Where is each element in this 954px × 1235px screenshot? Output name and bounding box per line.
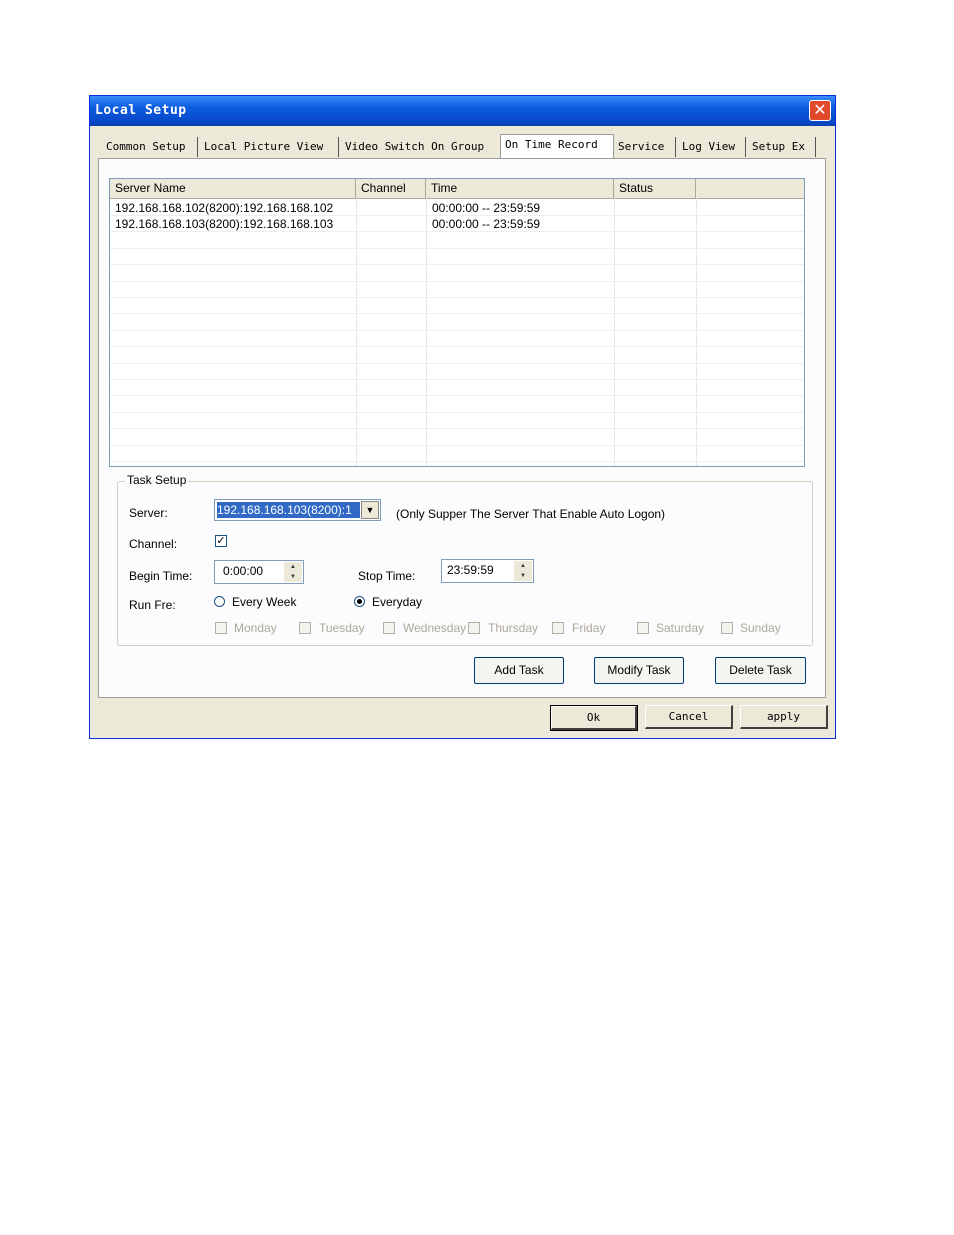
row-divider xyxy=(110,346,804,347)
friday-checkbox[interactable] xyxy=(552,622,564,634)
row-divider xyxy=(110,215,804,216)
column-header-server-name[interactable]: Server Name xyxy=(110,179,356,198)
row-divider xyxy=(110,281,804,282)
row-divider xyxy=(110,461,804,462)
row-divider xyxy=(110,330,804,331)
apply-button[interactable]: apply xyxy=(740,705,828,729)
ok-button[interactable]: Ok xyxy=(550,705,638,731)
row-server-name: 192.168.168.103(8200):192.168.168.103 xyxy=(115,217,334,231)
tab-setup-ex[interactable]: Setup Ex xyxy=(748,137,816,157)
row-divider xyxy=(110,231,804,232)
sunday-checkbox[interactable] xyxy=(721,622,733,634)
server-select[interactable]: 192.168.168.103(8200):1 ▼ xyxy=(214,499,381,521)
saturday-checkbox[interactable] xyxy=(637,622,649,634)
everyday-label[interactable]: Everyday xyxy=(372,595,422,609)
tab-common-setup[interactable]: Common Setup xyxy=(102,137,198,157)
window-title: Local Setup xyxy=(95,103,187,118)
begin-time-label: Begin Time: xyxy=(129,569,193,583)
tuesday-label: Tuesday xyxy=(319,621,365,635)
row-divider xyxy=(110,264,804,265)
monday-checkbox[interactable] xyxy=(215,622,227,634)
server-label: Server: xyxy=(129,506,168,520)
column-header-channel[interactable]: Channel xyxy=(356,179,426,198)
begin-time-value: 0:00:00 xyxy=(223,564,264,578)
column-header-status[interactable]: Status xyxy=(614,179,696,198)
sunday-label: Sunday xyxy=(740,621,781,635)
channel-checkbox[interactable]: ✓ xyxy=(215,535,227,547)
tab-local-picture-view[interactable]: Local Picture View xyxy=(200,137,339,157)
cancel-button[interactable]: Cancel xyxy=(645,705,733,729)
run-frequency-label: Run Fre: xyxy=(129,598,176,612)
spin-up-icon[interactable]: ▲ xyxy=(284,562,302,572)
column-divider xyxy=(426,198,427,466)
stop-time-value: 23:59:59 xyxy=(447,563,494,577)
close-icon[interactable]: ✕ xyxy=(809,100,831,121)
wednesday-checkbox[interactable] xyxy=(383,622,395,634)
monday-label: Monday xyxy=(234,621,277,635)
wednesday-label: Wednesday xyxy=(403,621,467,635)
tab-log-view[interactable]: Log View xyxy=(678,137,746,157)
title-bar[interactable]: Local Setup ✕ xyxy=(90,96,835,126)
spin-down-icon[interactable]: ▼ xyxy=(284,572,302,582)
tab-on-time-record[interactable]: On Time Record xyxy=(500,134,614,158)
row-divider xyxy=(110,395,804,396)
stop-time-spinner[interactable]: 23:59:59 ▲ ▼ xyxy=(441,559,534,583)
row-time: 00:00:00 -- 23:59:59 xyxy=(432,201,541,215)
delete-task-button[interactable]: Delete Task xyxy=(715,657,806,684)
thursday-label: Thursday xyxy=(488,621,539,635)
row-divider xyxy=(110,445,804,446)
column-divider xyxy=(696,198,697,466)
row-divider xyxy=(110,428,804,429)
task-setup-legend: Task Setup xyxy=(125,473,189,487)
spin-down-icon[interactable]: ▼ xyxy=(514,571,532,581)
task-list[interactable]: Server Name Channel Time Status 192.168.… xyxy=(109,178,805,467)
row-divider xyxy=(110,297,804,298)
modify-task-button[interactable]: Modify Task xyxy=(594,657,684,684)
tab-service[interactable]: Service xyxy=(614,137,676,157)
server-selected-value: 192.168.168.103(8200):1 xyxy=(217,502,360,518)
spin-up-icon[interactable]: ▲ xyxy=(514,561,532,571)
server-hint: (Only Supper The Server That Enable Auto… xyxy=(396,507,666,521)
begin-time-spinner[interactable]: 0:00:00 ▲ ▼ xyxy=(214,560,304,584)
local-setup-dialog: Local Setup ✕ Common Setup Local Picture… xyxy=(89,95,836,739)
row-divider xyxy=(110,313,804,314)
every-week-radio[interactable] xyxy=(214,596,225,607)
column-header-time[interactable]: Time xyxy=(426,179,614,198)
row-divider xyxy=(110,363,804,364)
row-server-name: 192.168.168.102(8200):192.168.168.102 xyxy=(115,201,334,215)
friday-label: Friday xyxy=(572,621,606,635)
add-task-button[interactable]: Add Task xyxy=(474,657,564,684)
row-divider xyxy=(110,412,804,413)
tuesday-checkbox[interactable] xyxy=(299,622,311,634)
thursday-checkbox[interactable] xyxy=(468,622,480,634)
column-header-extra[interactable] xyxy=(696,179,804,198)
everyday-radio[interactable] xyxy=(354,596,365,607)
every-week-label[interactable]: Every Week xyxy=(232,595,296,609)
stop-time-label: Stop Time: xyxy=(358,569,416,583)
list-header: Server Name Channel Time Status xyxy=(110,179,804,199)
chevron-down-icon[interactable]: ▼ xyxy=(361,501,379,519)
channel-label: Channel: xyxy=(129,537,178,551)
column-divider xyxy=(356,198,357,466)
saturday-label: Saturday xyxy=(656,621,705,635)
row-time: 00:00:00 -- 23:59:59 xyxy=(432,217,541,231)
tab-video-switch-on-group[interactable]: Video Switch On Group xyxy=(341,137,500,157)
row-divider xyxy=(110,248,804,249)
column-divider xyxy=(614,198,615,466)
row-divider xyxy=(110,379,804,380)
